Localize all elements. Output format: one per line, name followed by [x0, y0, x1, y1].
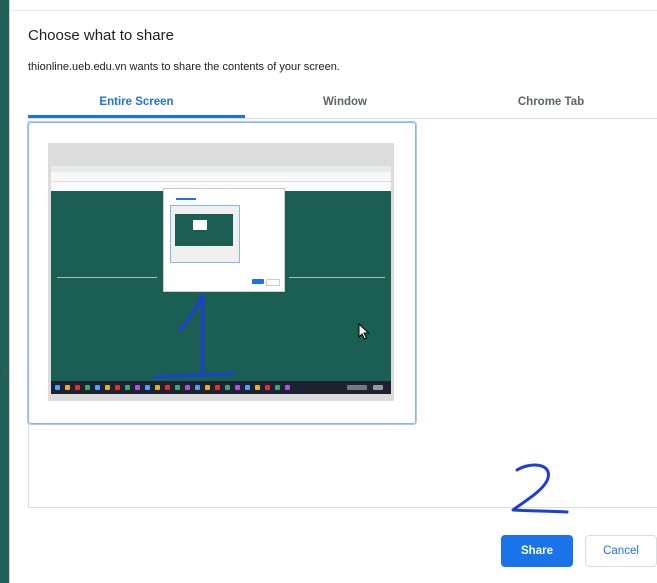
preview-taskbar-icon — [75, 385, 80, 390]
preview-taskbar-icon — [255, 385, 260, 390]
preview-address-bar — [51, 172, 391, 182]
preview-taskbar-icon — [105, 385, 110, 390]
preview-share-button — [252, 279, 264, 284]
tab-entire-screen[interactable]: Entire Screen — [28, 90, 245, 118]
dialog-title: Choose what to share — [28, 27, 174, 44]
cancel-button[interactable]: Cancel — [585, 535, 657, 567]
preview-clock — [373, 385, 383, 390]
preview-taskbar-icon — [165, 385, 170, 390]
preview-taskbar-icon — [125, 385, 130, 390]
background-window-strip — [0, 0, 10, 583]
preview-taskbar-icon — [215, 385, 220, 390]
preview-taskbar-icon — [275, 385, 280, 390]
entire-screen-thumbnail[interactable] — [28, 122, 416, 424]
source-list — [28, 120, 657, 508]
preview-taskbar-icon — [155, 385, 160, 390]
preview-thumbnail-green — [175, 214, 233, 246]
background-text-fragment: 5 — [3, 368, 9, 378]
tab-chrome-tab[interactable]: Chrome Tab — [445, 90, 657, 118]
tabs-divider — [28, 118, 657, 119]
preview-taskbar-icon — [235, 385, 240, 390]
preview-taskbar-icon — [285, 385, 290, 390]
preview-cancel-button — [266, 279, 280, 286]
preview-taskbar-icon — [115, 385, 120, 390]
screen-preview-image — [51, 166, 391, 394]
preview-start-icon — [55, 385, 60, 390]
preview-taskbar-icon — [225, 385, 230, 390]
tab-window[interactable]: Window — [245, 90, 445, 118]
preview-taskbar-icon — [195, 385, 200, 390]
preview-thumbnail — [170, 205, 240, 263]
preview-tray — [347, 385, 367, 390]
preview-taskbar-icon — [265, 385, 270, 390]
preview-tab-indicator — [176, 198, 196, 200]
preview-taskbar — [51, 381, 391, 394]
preview-thumbnail-dialog — [193, 220, 207, 230]
preview-taskbar-icon — [135, 385, 140, 390]
preview-share-dialog — [163, 188, 285, 292]
preview-text-line — [289, 277, 385, 278]
mouse-cursor-icon — [358, 323, 370, 340]
preview-taskbar-icon — [205, 385, 210, 390]
share-source-tabs: Entire Screen Window Chrome Tab — [28, 90, 657, 120]
preview-text-line — [57, 277, 157, 278]
thumbnail-frame — [48, 143, 394, 401]
dialog-top-border — [10, 10, 657, 11]
preview-taskbar-icon — [65, 385, 70, 390]
preview-taskbar-icon — [85, 385, 90, 390]
share-button[interactable]: Share — [501, 535, 573, 567]
preview-taskbar-icon — [245, 385, 250, 390]
share-dialog: Choose what to share thionline.ueb.edu.v… — [10, 0, 657, 583]
preview-taskbar-icon — [185, 385, 190, 390]
list-bottom-border — [28, 507, 657, 508]
dialog-subtitle: thionline.ueb.edu.vn wants to share the … — [28, 61, 340, 73]
preview-taskbar-icon — [175, 385, 180, 390]
preview-taskbar-icon — [95, 385, 100, 390]
preview-taskbar-icon — [145, 385, 150, 390]
